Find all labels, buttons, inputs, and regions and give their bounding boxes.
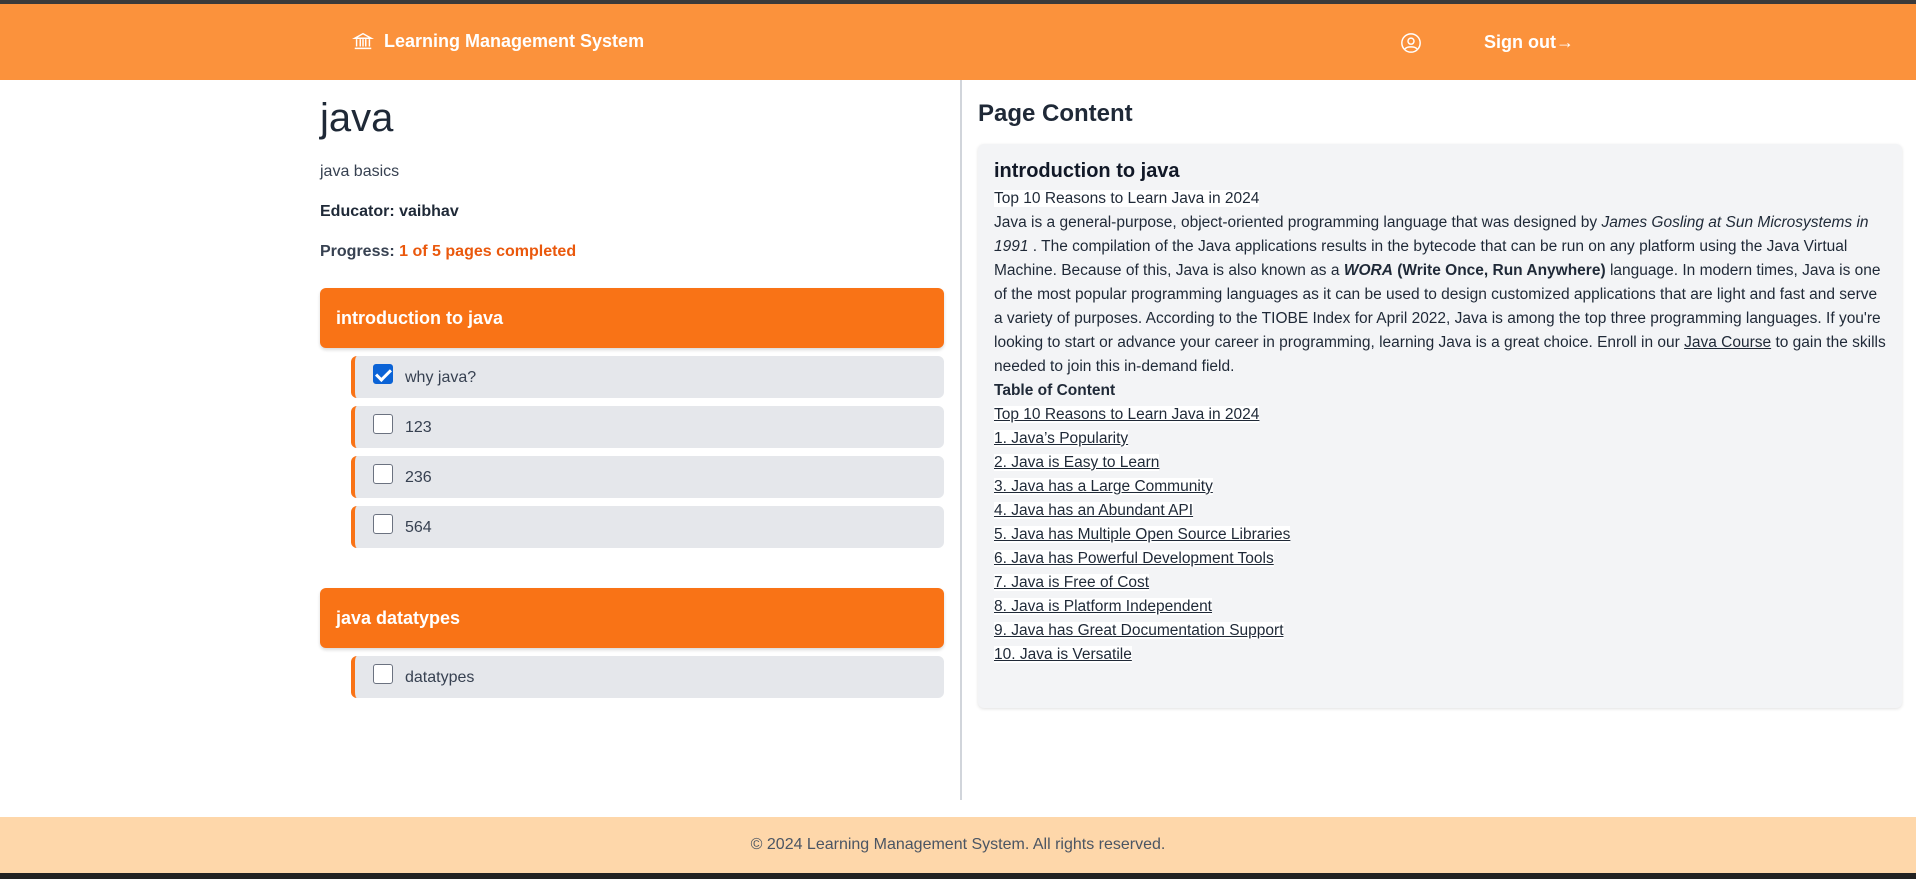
progress-info: Progress: 1 of 5 pages completed <box>320 243 576 261</box>
educator-info: Educator: vaibhav <box>320 203 459 221</box>
toc-link[interactable]: 2. Java is Easy to Learn <box>994 454 1160 471</box>
module-header-introduction-to-java[interactable]: introduction to java <box>320 288 944 348</box>
toc-link[interactable]: 3. Java has a Large Community <box>994 478 1213 495</box>
toc-link[interactable]: 10. Java is Versatile <box>994 646 1132 663</box>
page-label: 123 <box>405 419 432 436</box>
toc-link[interactable]: 8. Java is Platform Independent <box>994 598 1212 615</box>
page-item-why-java[interactable]: why java? <box>351 356 944 398</box>
brand[interactable]: Learning Management System <box>352 30 644 52</box>
content-title: introduction to java <box>994 160 1180 182</box>
column-divider <box>960 80 962 800</box>
toc-link[interactable]: 4. Java has an Abundant API <box>994 502 1194 519</box>
sign-out-button[interactable]: Sign out→ <box>1484 32 1574 53</box>
page-content-card: introduction to java Top 10 Reasons to L… <box>978 144 1902 708</box>
toc-list: Top 10 Reasons to Learn Java in 2024 1. … <box>994 403 1886 667</box>
page-checkbox[interactable] <box>373 364 393 384</box>
page-checkbox[interactable] <box>373 514 393 534</box>
page-label: 564 <box>405 519 432 536</box>
page-label: datatypes <box>405 669 475 686</box>
page-checkbox[interactable] <box>373 464 393 484</box>
page-checkbox[interactable] <box>373 664 393 684</box>
educator-label: Educator: <box>320 203 395 220</box>
content-subtitle: Top 10 Reasons to Learn Java in 2024 <box>994 190 1260 207</box>
toc-link[interactable]: 7. Java is Free of Cost <box>994 574 1150 591</box>
page-checkbox[interactable] <box>373 414 393 434</box>
page-content-heading: Page Content <box>978 100 1133 127</box>
content-paragraph: Java is a general-purpose, object-orient… <box>994 214 1886 375</box>
top-navbar: Learning Management System Sign out→ <box>0 4 1916 80</box>
user-profile-icon[interactable] <box>1400 32 1422 54</box>
toc-heading: Table of Content <box>994 382 1116 399</box>
toc-link[interactable]: 9. Java has Great Documentation Support <box>994 622 1284 639</box>
page-item-datatypes[interactable]: datatypes <box>351 656 944 698</box>
page-item-236[interactable]: 236 <box>351 456 944 498</box>
toc-link[interactable]: Top 10 Reasons to Learn Java in 2024 <box>994 406 1260 423</box>
toc-link[interactable]: 1. Java’s Popularity <box>994 430 1129 447</box>
module-header-java-datatypes[interactable]: java datatypes <box>320 588 944 648</box>
course-description: java basics <box>320 163 400 180</box>
course-title: java <box>320 96 394 140</box>
page-label: why java? <box>405 369 477 386</box>
page-item-564[interactable]: 564 <box>351 506 944 548</box>
institution-icon <box>352 32 374 50</box>
content-wora: WORA <box>1343 262 1393 279</box>
educator-name: vaibhav <box>399 203 459 220</box>
page-label: 236 <box>405 469 432 486</box>
progress-text: 1 of 5 pages completed <box>399 243 577 260</box>
page-item-123[interactable]: 123 <box>351 406 944 448</box>
window-bottom-border <box>0 873 1916 879</box>
toc-link[interactable]: 6. Java has Powerful Development Tools <box>994 550 1274 567</box>
footer: © 2024 Learning Management System. All r… <box>0 817 1916 873</box>
brand-title: Learning Management System <box>384 30 645 51</box>
toc-link[interactable]: 5. Java has Multiple Open Source Librari… <box>994 526 1291 543</box>
footer-copyright: © 2024 Learning Management System. All r… <box>750 836 1166 853</box>
progress-label: Progress: <box>320 243 395 260</box>
java-course-link[interactable]: Java Course <box>1684 334 1771 351</box>
